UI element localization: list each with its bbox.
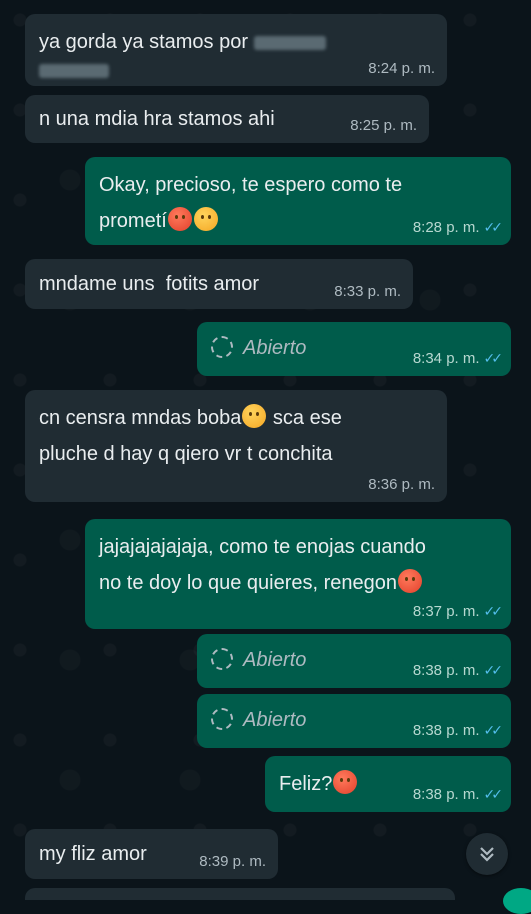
new-message-fab-edge[interactable] <box>503 888 531 914</box>
unamused-emoji-icon <box>242 404 267 428</box>
message-time: 8:25 p. m. <box>350 117 417 134</box>
incoming-message[interactable]: n una mdia hra stamos ahi 8:25 p. m. <box>25 95 429 143</box>
view-once-label: Abierto <box>243 337 307 359</box>
message-text: pluche d hay q qiero vr t conchita <box>39 443 333 465</box>
view-once-icon <box>211 708 233 730</box>
message-time: 8:34 p. m. <box>412 350 480 367</box>
outgoing-message[interactable]: Feliz? 8:38 p. m. ✓✓ <box>265 756 511 812</box>
squinting-tongue-emoji-icon <box>398 569 422 593</box>
read-ticks-icon: ✓✓ <box>483 219 504 235</box>
message-time: 8:24 p. m. <box>368 60 435 77</box>
message-text: jajajajajajaja, como te enojas cuando <box>99 536 426 558</box>
message-text: Feliz? <box>279 773 333 795</box>
message-text: ya gorda ya stamos por <box>39 31 248 53</box>
message-text: sca ese <box>272 407 342 429</box>
outgoing-view-once-message[interactable]: Abierto 8:34 p. m. ✓✓ <box>197 322 511 376</box>
message-time: 8:36 p. m. <box>368 476 435 493</box>
redacted-text <box>253 35 326 50</box>
message-time: 8:33 p. m. <box>334 283 401 300</box>
message-text: no te doy lo que quieres, renegon <box>99 572 397 594</box>
message-time: 8:38 p. m. <box>412 786 480 803</box>
view-once-icon <box>211 336 233 358</box>
double-chevron-down-icon <box>480 847 494 862</box>
read-ticks-icon: ✓✓ <box>483 350 504 366</box>
incoming-message[interactable]: mndame uns fotits amor 8:33 p. m. <box>25 259 413 309</box>
message-text: Okay, precioso, te espero como te promet… <box>99 174 403 232</box>
message-time: 8:28 p. m. <box>412 219 480 236</box>
view-once-label: Abierto <box>243 709 307 731</box>
read-ticks-icon: ✓✓ <box>483 662 504 678</box>
message-time: 8:39 p. m. <box>199 853 266 870</box>
kissing-emoji-icon <box>333 770 358 794</box>
incoming-message[interactable]: ya gorda ya stamos por 8:24 p. m. <box>25 14 447 86</box>
message-time: 8:38 p. m. <box>412 662 480 679</box>
redacted-text <box>39 64 109 78</box>
next-message-partial <box>25 888 455 900</box>
incoming-message[interactable]: cn censra mndas boba sca ese pluche d ha… <box>25 390 447 502</box>
outgoing-view-once-message[interactable]: Abierto 8:38 p. m. ✓✓ <box>197 634 511 688</box>
view-once-icon <box>211 648 233 670</box>
read-ticks-icon: ✓✓ <box>483 722 504 738</box>
outgoing-view-once-message[interactable]: Abierto 8:38 p. m. ✓✓ <box>197 694 511 748</box>
read-ticks-icon: ✓✓ <box>483 603 504 619</box>
message-text: cn censra mndas boba <box>39 407 242 429</box>
view-once-label: Abierto <box>243 649 307 671</box>
read-ticks-icon: ✓✓ <box>483 786 504 802</box>
outgoing-message[interactable]: jajajajajajaja, como te enojas cuando no… <box>85 519 511 629</box>
fearful-emoji-icon <box>193 207 218 231</box>
incoming-message[interactable]: my fliz amor 8:39 p. m. <box>25 829 278 879</box>
scroll-to-bottom-button[interactable] <box>466 833 508 875</box>
flushed-emoji-icon <box>167 207 192 231</box>
message-time: 8:37 p. m. <box>412 603 480 620</box>
message-time: 8:38 p. m. <box>412 722 480 739</box>
outgoing-message[interactable]: Okay, precioso, te espero como te promet… <box>85 157 511 245</box>
